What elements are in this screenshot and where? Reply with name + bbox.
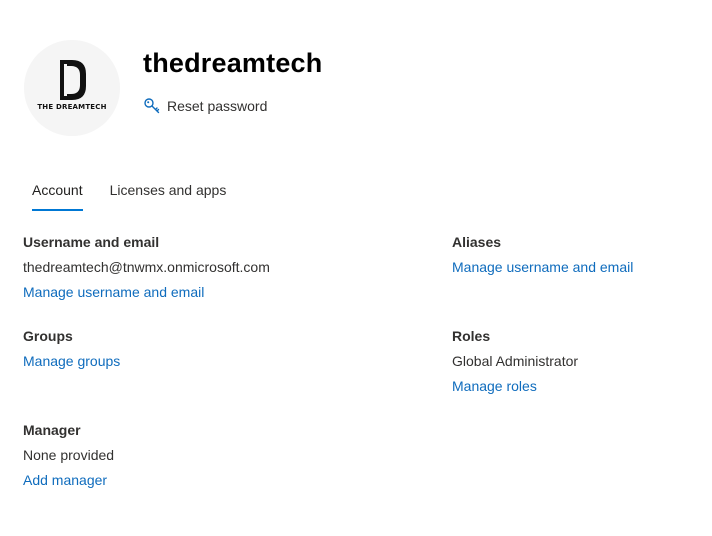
reset-password-label: Reset password [167, 98, 268, 114]
roles-section: Roles Global Administrator Manage roles [452, 327, 578, 402]
roles-value: Global Administrator [452, 353, 579, 369]
username-email-value: thedreamtech@tnwmx.onmicrosoft.com [23, 259, 270, 275]
user-avatar-logo [24, 40, 120, 136]
aliases-title: Aliases [452, 234, 502, 250]
manager-section: Manager None provided Add manager [23, 421, 114, 496]
username-email-title: Username and email [23, 234, 160, 250]
user-display-name: thedreamtech [143, 48, 323, 78]
groups-section: Groups Manage groups [23, 327, 120, 377]
manage-roles-link[interactable]: Manage roles [452, 377, 578, 402]
aliases-section: Aliases Manage username and email [452, 233, 633, 283]
manager-title: Manager [23, 422, 81, 438]
tab-account[interactable]: Account [24, 178, 91, 214]
tab-bar: Account Licenses and apps [24, 178, 245, 214]
manager-value: None provided [23, 447, 115, 463]
add-manager-link[interactable]: Add manager [23, 471, 114, 496]
manage-username-email-link[interactable]: Manage username and email [23, 283, 270, 308]
logo-text: THE DREAMTECH [37, 103, 107, 111]
aliases-manage-username-email-link[interactable]: Manage username and email [452, 258, 633, 283]
groups-title: Groups [23, 328, 73, 344]
username-email-section: Username and email thedreamtech@tnwmx.on… [23, 233, 270, 308]
key-icon [143, 97, 161, 115]
roles-title: Roles [452, 328, 491, 344]
manage-groups-link[interactable]: Manage groups [23, 352, 120, 377]
reset-password-button[interactable]: Reset password [143, 95, 267, 117]
tab-licenses-and-apps[interactable]: Licenses and apps [102, 178, 235, 214]
